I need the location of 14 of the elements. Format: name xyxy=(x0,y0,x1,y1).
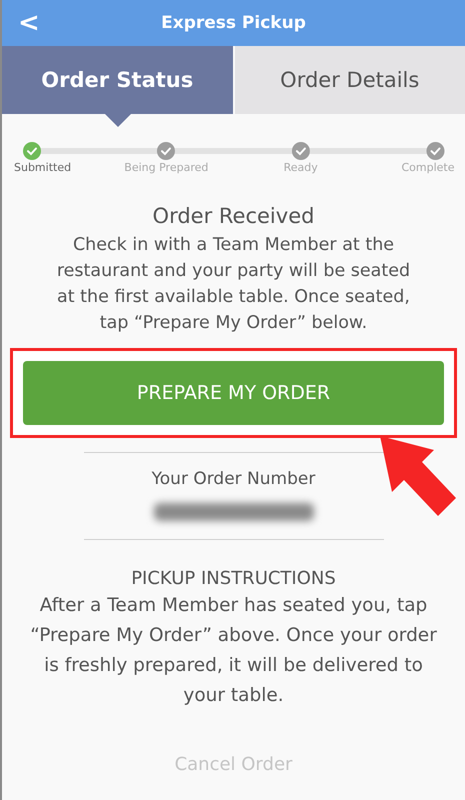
status-title: Order Received xyxy=(152,204,314,228)
step-label: Submitted xyxy=(14,161,72,174)
step-label: Complete xyxy=(402,161,454,174)
status-message: Check in with a Team Member at the restaurant and your party will be seated at the first available table. Once seated, tap “Prepare My Order” below. xyxy=(56,234,412,335)
screen-title: Express Pickup xyxy=(161,13,306,33)
tab[interactable]: Order Status xyxy=(2,46,232,114)
tab[interactable]: Order Details xyxy=(234,46,465,114)
step-label: Ready xyxy=(284,161,318,174)
order-number-label: Your Order Number xyxy=(152,469,316,489)
instructions-title: PICKUP INSTRUCTIONS xyxy=(131,568,336,589)
prepare-order-button[interactable]: PREPARE MY ORDER xyxy=(23,361,444,425)
back-button[interactable]: < xyxy=(12,8,46,38)
step-label: Being Prepared xyxy=(124,161,208,174)
instructions-text: After a Team Member has seated you, tap “Prepare My Order” above. Once your order is freshly prepared, it will be delivered to your table. xyxy=(29,594,438,708)
